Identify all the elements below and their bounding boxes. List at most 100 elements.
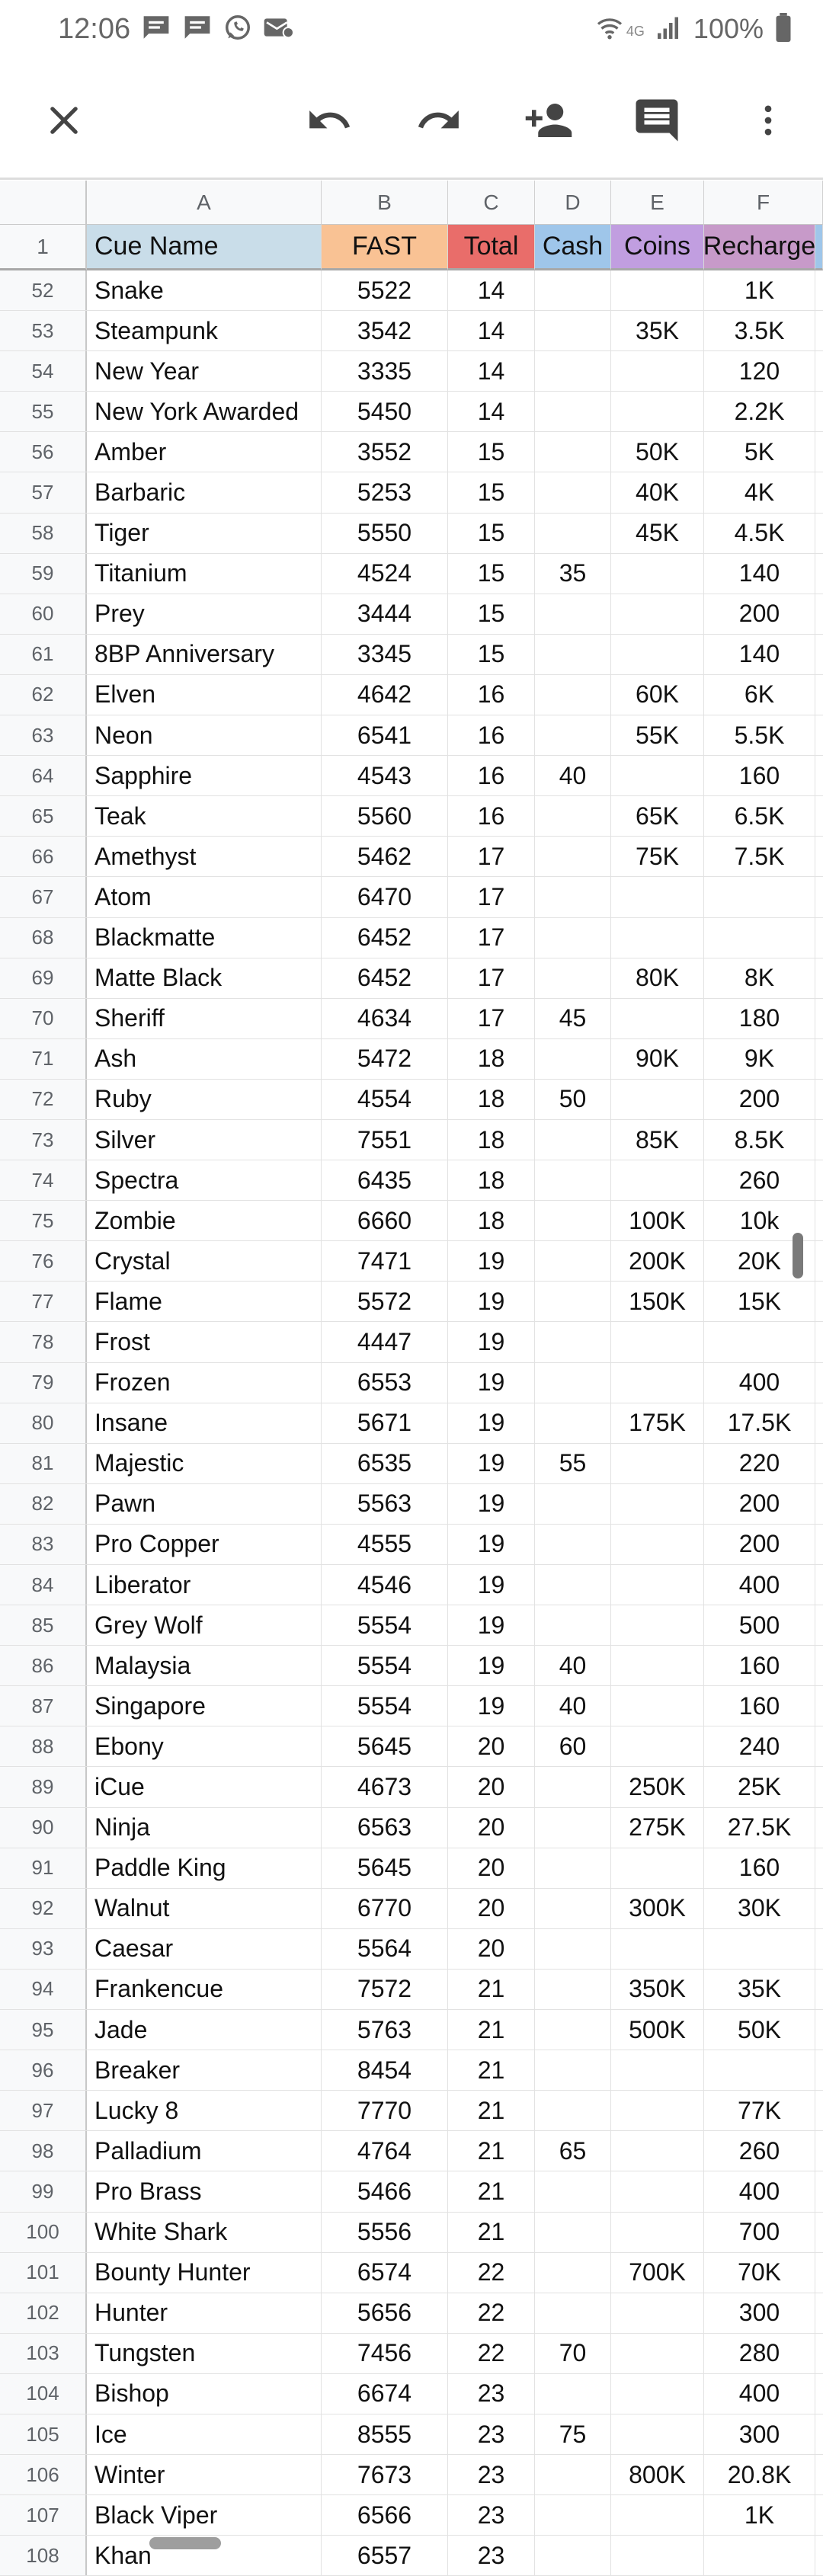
column-header-d[interactable]: D [535,181,611,225]
cell-cue-name[interactable]: Bishop [87,2373,322,2414]
header-coins[interactable]: Coins [611,225,704,270]
row-number[interactable]: 103 [0,2333,87,2373]
cell-coins[interactable] [611,1160,704,1201]
cell-fast[interactable]: 6470 [322,877,448,917]
cell-coins[interactable]: 55K [611,715,704,756]
cell-recharge[interactable]: 400 [704,1362,815,1403]
cell-total[interactable]: 19 [448,1646,535,1686]
header-cue-name[interactable]: Cue Name [87,225,322,270]
row-number[interactable]: 65 [0,796,87,837]
cell-recharge[interactable]: 180 [704,998,815,1038]
cell-total[interactable]: 16 [448,715,535,756]
cell-coins[interactable]: 300K [611,1888,704,1928]
cell-cash[interactable] [535,837,611,877]
cell-recharge[interactable]: 8.5K [704,1119,815,1160]
cell-coins[interactable]: 700K [611,2252,704,2293]
cell-fast[interactable]: 7551 [322,1119,448,1160]
row-number[interactable]: 82 [0,1483,87,1524]
cell-cash[interactable]: 45 [535,998,611,1038]
cell-fast[interactable]: 5572 [322,1282,448,1322]
cell-cue-name[interactable]: New York Awarded [87,392,322,432]
cell-fast[interactable]: 3345 [322,634,448,674]
cell-recharge[interactable]: 300 [704,2414,815,2455]
row-number[interactable]: 62 [0,674,87,715]
row-number[interactable]: 102 [0,2293,87,2333]
cell-cue-name[interactable]: Breaker [87,2050,322,2091]
cell-total[interactable]: 16 [448,674,535,715]
cell-total[interactable]: 19 [448,1565,535,1605]
cell-cash[interactable]: 70 [535,2333,611,2373]
cell-fast[interactable]: 5645 [322,1848,448,1888]
cell-cue-name[interactable]: Ice [87,2414,322,2455]
cell-fast[interactable]: 4524 [322,553,448,594]
select-all-corner[interactable] [0,181,87,225]
cell-coins[interactable] [611,2212,704,2252]
cell-coins[interactable]: 350K [611,1969,704,2010]
cell-coins[interactable] [611,2293,704,2333]
cell-fast[interactable]: 5560 [322,796,448,837]
cell-cue-name[interactable]: Prey [87,594,322,634]
cell-cash[interactable] [535,2091,611,2131]
cell-total[interactable]: 23 [448,2455,535,2495]
cell-recharge[interactable]: 700 [704,2212,815,2252]
cell-recharge[interactable] [704,917,815,958]
row-number[interactable]: 83 [0,1524,87,1564]
cell-coins[interactable] [611,2414,704,2455]
cell-recharge[interactable]: 200 [704,1079,815,1119]
cell-fast[interactable]: 6660 [322,1201,448,1241]
cell-cue-name[interactable]: Steampunk [87,311,322,351]
cell-coins[interactable] [611,1686,704,1726]
cell-cash[interactable] [535,634,611,674]
cell-coins[interactable] [611,2536,704,2576]
cell-coins[interactable] [611,392,704,432]
cell-total[interactable]: 20 [448,1726,535,1767]
cell-cash[interactable] [535,2455,611,2495]
row-number[interactable]: 94 [0,1969,87,2010]
cell-coins[interactable]: 65K [611,796,704,837]
row-number[interactable]: 85 [0,1605,87,1646]
cell-total[interactable]: 21 [448,2212,535,2252]
cell-recharge[interactable]: 160 [704,756,815,796]
cell-total[interactable]: 22 [448,2333,535,2373]
more-vert-icon[interactable] [741,93,796,148]
row-number[interactable]: 93 [0,1928,87,1969]
cell-cue-name[interactable]: Bounty Hunter [87,2252,322,2293]
cell-cash[interactable] [535,432,611,472]
cell-cue-name[interactable]: Titanium [87,553,322,594]
cell-coins[interactable]: 85K [611,1119,704,1160]
cell-fast[interactable]: 8454 [322,2050,448,2091]
row-number[interactable]: 92 [0,1888,87,1928]
cell-cue-name[interactable]: Tungsten [87,2333,322,2373]
cell-cue-name[interactable]: Palladium [87,2131,322,2171]
cell-total[interactable]: 19 [448,1686,535,1726]
cell-total[interactable]: 15 [448,513,535,553]
header-cash[interactable]: Cash [535,225,611,270]
cell-cash[interactable]: 65 [535,2131,611,2171]
cell-fast[interactable]: 5554 [322,1686,448,1726]
cell-fast[interactable]: 4543 [322,756,448,796]
row-number[interactable]: 72 [0,1079,87,1119]
cell-cash[interactable] [535,1605,611,1646]
cell-cue-name[interactable]: Liberator [87,1565,322,1605]
cell-fast[interactable]: 3542 [322,311,448,351]
cell-cash[interactable] [535,958,611,998]
row-number[interactable]: 70 [0,998,87,1038]
cell-cue-name[interactable]: Crystal [87,1241,322,1282]
cell-coins[interactable]: 800K [611,2455,704,2495]
cell-recharge[interactable]: 9K [704,1038,815,1079]
row-number[interactable]: 58 [0,513,87,553]
cell-recharge[interactable] [704,1928,815,1969]
row-number[interactable]: 80 [0,1403,87,1443]
row-number[interactable]: 101 [0,2252,87,2293]
cell-fast[interactable]: 7572 [322,1969,448,2010]
cell-fast[interactable]: 6452 [322,958,448,998]
cell-cue-name[interactable]: Zombie [87,1201,322,1241]
cell-coins[interactable]: 500K [611,2010,704,2050]
cell-coins[interactable] [611,270,704,311]
cell-recharge[interactable] [704,2050,815,2091]
row-number[interactable]: 97 [0,2091,87,2131]
cell-recharge[interactable]: 8K [704,958,815,998]
column-header-f[interactable]: F [704,181,823,225]
cell-cash[interactable] [535,1282,611,1322]
cell-cash[interactable] [535,1767,611,1807]
